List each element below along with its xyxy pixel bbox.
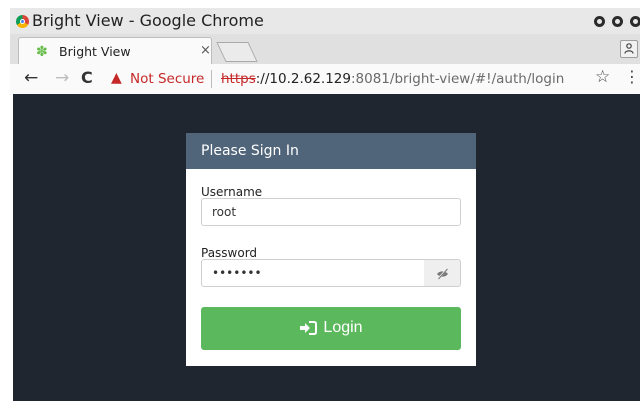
url-scheme: https [221,71,256,87]
security-status[interactable]: Not Secure [130,71,204,87]
bright-view-favicon: ✽ [36,44,48,60]
sign-in-icon [300,321,318,336]
login-button[interactable]: Login [201,307,461,350]
signin-title: Please Sign In [201,143,299,159]
back-button[interactable]: ← [24,68,38,88]
browser-toolbar: ← → C ▲ Not Secure https://10.2.62.129:8… [10,64,640,95]
username-label: Username [201,185,263,199]
page-edge [10,94,13,401]
close-window-button[interactable] [630,16,640,27]
browser-window: Bright View - Google Chrome ✽ Bright Vie… [10,8,640,401]
forward-button[interactable]: → [55,68,69,88]
username-input[interactable] [201,198,461,226]
chrome-icon [16,15,29,28]
password-input[interactable] [201,259,425,287]
eye-slash-icon [437,268,448,280]
tab-title: Bright View [59,44,131,59]
signin-header: Please Sign In [186,133,476,169]
new-tab-button[interactable] [216,42,258,62]
menu-icon[interactable]: ⋮ [624,67,640,86]
address-bar[interactable]: ▲ Not Secure https://10.2.62.129:8081/br… [109,68,599,90]
url-text[interactable]: https://10.2.62.129:8081/bright-view/#!/… [221,71,564,87]
page-content: Please Sign In Username Password Login [10,94,640,401]
maximize-button[interactable] [612,16,623,27]
tab-strip: ✽ Bright View × [10,34,640,65]
warning-icon: ▲ [111,70,122,86]
window-title: Bright View - Google Chrome [32,11,264,30]
profile-icon[interactable] [620,40,638,58]
reload-button[interactable]: C [81,68,93,88]
tab-bright-view[interactable]: ✽ Bright View × [18,37,212,65]
url-host: ://10.2.62.129 [255,71,351,87]
star-icon[interactable]: ☆ [595,67,610,87]
url-path: :8081/bright-view/#!/auth/login [350,71,565,87]
omnibox-divider [211,70,212,88]
login-label: Login [323,319,363,337]
show-password-button[interactable] [424,259,461,287]
password-label: Password [201,246,258,260]
signin-panel: Please Sign In Username Password Login [186,133,476,366]
minimize-button[interactable] [594,16,605,27]
title-bar: Bright View - Google Chrome [10,8,640,35]
tab-close-icon[interactable]: × [200,43,211,58]
